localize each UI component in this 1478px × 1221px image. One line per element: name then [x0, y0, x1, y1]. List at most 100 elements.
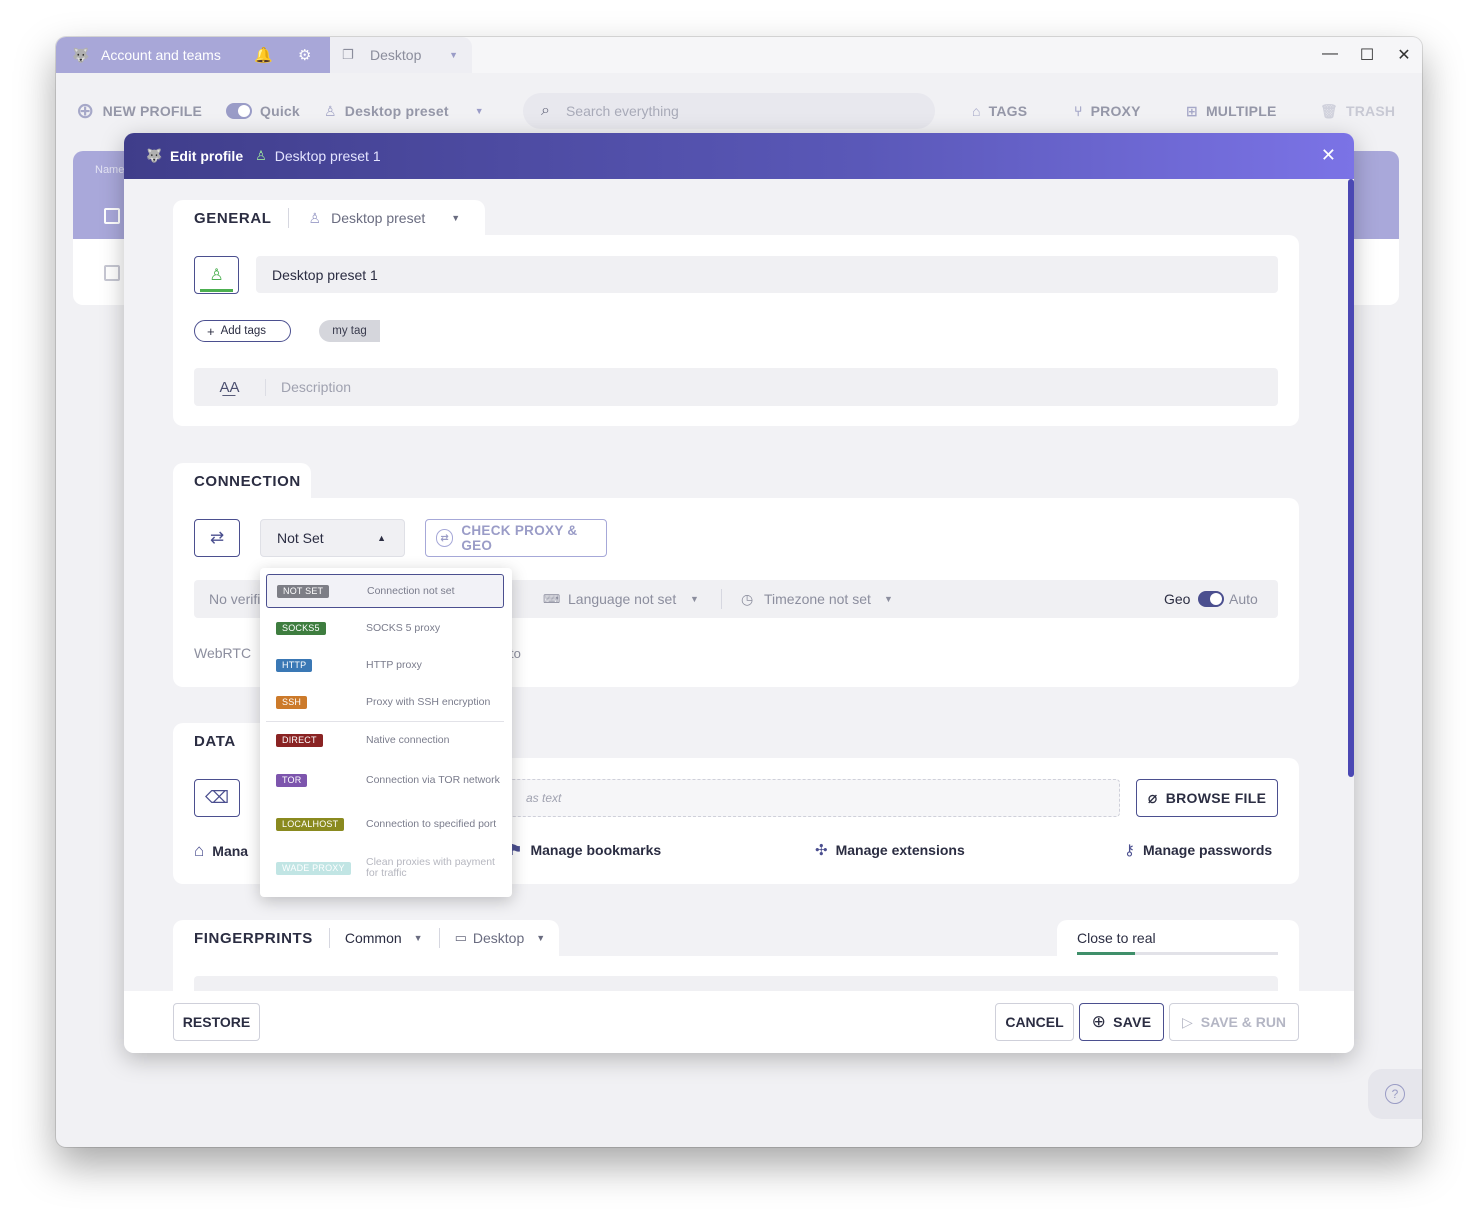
chevron-down-icon[interactable]: ▼ [414, 933, 423, 943]
search-placeholder: Search everything [565, 103, 679, 119]
tag-icon: ⌂ [972, 103, 981, 119]
quick-label: Quick [260, 103, 300, 119]
proxy-button[interactable]: ⑂ PROXY [1074, 93, 1141, 129]
wolf-logo-icon: 🐺 [146, 148, 163, 163]
modal-profile-name: Desktop preset 1 [274, 148, 381, 164]
check-proxy-geo-button[interactable]: ⇄ CHECK PROXY & GEO [425, 519, 607, 557]
profile-avatar-button[interactable]: ♙ [194, 256, 239, 294]
description-input[interactable]: A͟A Description [194, 368, 1278, 406]
general-preset-selector[interactable]: Desktop preset [331, 210, 425, 226]
connection-option-not-set[interactable]: NOT SET Connection not set [266, 574, 504, 608]
restore-button[interactable]: RESTORE [173, 1003, 260, 1041]
trash-button[interactable]: 🗑 TRASH [1320, 93, 1395, 129]
close-window-icon[interactable]: ✕ [1394, 45, 1414, 65]
general-header: GENERAL [194, 209, 272, 227]
save-and-run-button[interactable]: ▷ SAVE & RUN [1169, 1003, 1299, 1041]
fingerprint-platform-select[interactable]: Desktop [473, 930, 524, 946]
connection-option-ssh[interactable]: SSH Proxy with SSH encryption [266, 685, 504, 719]
webrtc-label: WebRTC [194, 645, 252, 661]
save-button[interactable]: ⊕ SAVE [1079, 1003, 1164, 1041]
tag-chip-label: my tag [332, 325, 367, 337]
cancel-button[interactable]: CANCEL [995, 1003, 1074, 1041]
chevron-down-icon: ▼ [474, 106, 484, 116]
bell-icon[interactable]: 🔔 [254, 46, 273, 64]
language-select[interactable]: Language not set [568, 591, 676, 607]
help-icon: ? [1385, 1084, 1405, 1104]
select-all-checkbox[interactable] [104, 208, 120, 224]
profile-name-input[interactable]: Desktop preset 1 [256, 256, 1278, 293]
restore-label: RESTORE [182, 1014, 251, 1030]
wolf-logo-icon: 🐺 [72, 46, 90, 63]
person-icon: ♙ [209, 267, 224, 284]
new-profile-button[interactable]: ⊕ NEW PROFILE [76, 93, 202, 129]
row-checkbox[interactable] [104, 265, 120, 281]
proxy-label: PROXY [1090, 103, 1141, 119]
browse-file-label: BROWSE FILE [1165, 790, 1267, 806]
help-button[interactable]: ? [1368, 1069, 1422, 1119]
manage-bookmarks-link[interactable]: ⚑ Manage bookmarks [509, 841, 661, 859]
timezone-select[interactable]: Timezone not set [764, 591, 871, 607]
search-icon: ⌕ [541, 102, 550, 119]
connection-option-wade-proxy[interactable]: WADE PROXY Clean proxies with payment fo… [266, 851, 504, 885]
multiple-button[interactable]: ⊞ MULTIPLE [1186, 93, 1277, 129]
chevron-down-icon[interactable]: ▼ [690, 594, 699, 604]
connection-option-localhost[interactable]: LOCALHOST Connection to specified port [266, 807, 504, 841]
tab-account-and-teams[interactable]: 🐺 Account and teams 🔔 ⚙ [56, 37, 330, 73]
tab-desktop[interactable]: ❐ Desktop ▼ [330, 37, 472, 73]
connection-option-http[interactable]: HTTP HTTP proxy [266, 648, 504, 682]
add-tags-label: Add tags [220, 325, 266, 337]
fingerprints-header: FINGERPRINTS [194, 929, 313, 947]
geo-label: Geo [1164, 591, 1191, 607]
manage-home-link[interactable]: ⌂ Mana [194, 841, 248, 861]
puzzle-icon: ✣ [815, 842, 828, 859]
minimize-icon[interactable]: — [1320, 45, 1340, 63]
manage-extensions-label: Manage extensions [835, 842, 965, 858]
tag-chip[interactable]: my tag [319, 320, 380, 342]
preset-selector[interactable]: ♙ Desktop preset ▼ [324, 93, 484, 129]
close-icon[interactable]: ✕ [1321, 145, 1336, 166]
tab-desktop-label: Desktop [370, 47, 422, 63]
add-tags-button[interactable]: + Add tags [194, 320, 291, 342]
manage-passwords-link[interactable]: ⚷ Manage passwords [1124, 841, 1272, 859]
quick-toggle[interactable]: Quick [226, 93, 300, 129]
connection-option-desc: Connection via TOR network [366, 773, 500, 786]
copy-icon: ❐ [342, 47, 354, 62]
manage-extensions-link[interactable]: ✣ Manage extensions [815, 841, 965, 859]
connection-header: CONNECTION [194, 472, 301, 490]
plus-icon: + [207, 323, 215, 339]
connection-option-desc: Native connection [366, 733, 450, 746]
browse-file-button[interactable]: ⌀ BROWSE FILE [1136, 779, 1278, 817]
connection-option-socks5[interactable]: SOCKS5 SOCKS 5 proxy [266, 611, 504, 645]
general-section-tab: GENERAL ♙ Desktop preset ▼ [173, 200, 485, 236]
manage-home-label: Mana [212, 843, 249, 859]
paperclip-icon: ⌀ [1147, 790, 1158, 807]
search-bar[interactable]: ⌕ Search everything [523, 93, 935, 129]
quick-toggle-switch[interactable] [226, 103, 252, 119]
connection-badge: WADE PROXY [276, 861, 351, 875]
tags-button[interactable]: ⌂ TAGS [972, 93, 1027, 129]
chevron-down-icon[interactable]: ▼ [449, 50, 458, 60]
connection-option-desc: Clean proxies with payment for traffic [366, 856, 495, 879]
fingerprint-mode-select[interactable]: Common [345, 930, 402, 946]
clear-data-button[interactable]: ⌫ [194, 779, 240, 817]
chevron-down-icon[interactable]: ▼ [884, 594, 893, 604]
chevron-down-icon[interactable]: ▼ [536, 933, 545, 943]
title-bar: 🐺 Account and teams 🔔 ⚙ ❐ Desktop ▼ — ☐ … [56, 37, 1422, 73]
maximize-icon[interactable]: ☐ [1357, 45, 1377, 65]
connection-option-desc: Connection not set [367, 584, 455, 597]
close-to-real-panel: Close to real [1057, 920, 1299, 956]
connection-option-tor[interactable]: TOR Connection via TOR network [266, 763, 504, 797]
gear-icon[interactable]: ⚙ [298, 46, 311, 64]
connection-option-direct[interactable]: DIRECT Native connection [266, 723, 504, 757]
modal-title: Edit profile [170, 148, 244, 164]
profile-name-value: Desktop preset 1 [272, 266, 378, 283]
proxy-icon: ⇄ [209, 528, 225, 547]
geo-auto-label: Auto [1229, 591, 1258, 607]
eraser-icon: ⌫ [204, 788, 230, 807]
save-run-label: SAVE & RUN [1200, 1014, 1287, 1030]
geo-auto-toggle[interactable] [1198, 591, 1224, 607]
scrollbar[interactable] [1348, 179, 1354, 777]
chevron-down-icon[interactable]: ▼ [451, 213, 460, 223]
connection-type-select[interactable]: Not Set ▲ [260, 519, 405, 557]
connection-type-icon-button[interactable]: ⇄ [194, 519, 240, 557]
